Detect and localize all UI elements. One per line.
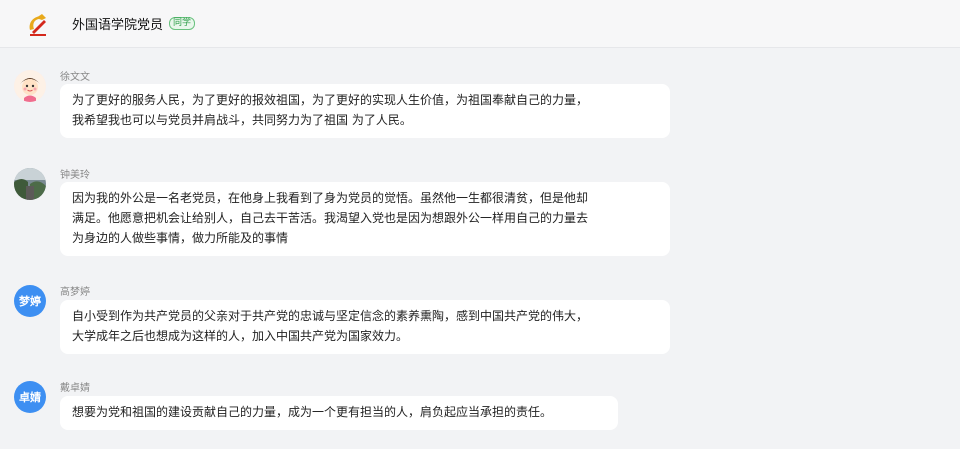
chat-header: 外国语学院党员 同学 [0, 0, 960, 48]
avatar-image [14, 70, 46, 102]
sender-name: 徐文文 [60, 72, 90, 83]
message-bubble[interactable]: 为了更好的服务人民，为了更好的报效祖国，为了更好的实现人生价值，为祖国奉献自己的… [60, 84, 670, 138]
group-title: 外国语学院党员 [72, 18, 164, 33]
sender-name: 戴卓婧 [60, 383, 90, 394]
party-emblem-icon[interactable] [22, 8, 54, 40]
photo-avatar[interactable] [14, 168, 46, 200]
text-avatar[interactable]: 梦婷 [14, 285, 46, 317]
message-bubble[interactable]: 想要为党和祖国的建设贡献自己的力量，成为一个更有担当的人，肩负起应当承担的责任。 [60, 396, 618, 430]
group-badge: 同学 [169, 17, 196, 30]
message-bubble[interactable]: 因为我的外公是一名老党员，在他身上我看到了身为党员的觉悟。虽然他一生都很清贫，但… [60, 182, 670, 256]
sender-name: 高梦婷 [60, 287, 90, 298]
sender-name: 钟美玲 [60, 170, 90, 181]
message-bubble[interactable]: 自小受到作为共产党员的父亲对于共产党的忠诚与坚定信念的素养熏陶，感到中国共产党的… [60, 300, 670, 354]
cartoon-girl-avatar[interactable] [14, 70, 46, 102]
avatar-image [14, 168, 46, 200]
text-avatar[interactable]: 卓婧 [14, 381, 46, 413]
